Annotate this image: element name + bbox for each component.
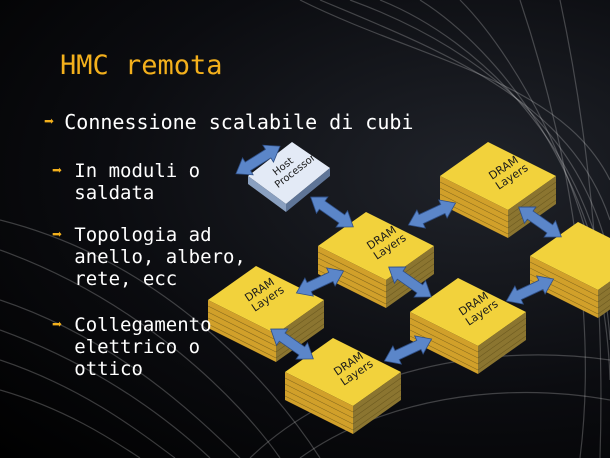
dram-cube-3 [529, 221, 610, 319]
slide: HMC remota Host Processor DRAM Layers DR… [0, 0, 610, 458]
hmc-network-diagram: Host Processor DRAM Layers DRAM Layers D… [207, 137, 610, 435]
